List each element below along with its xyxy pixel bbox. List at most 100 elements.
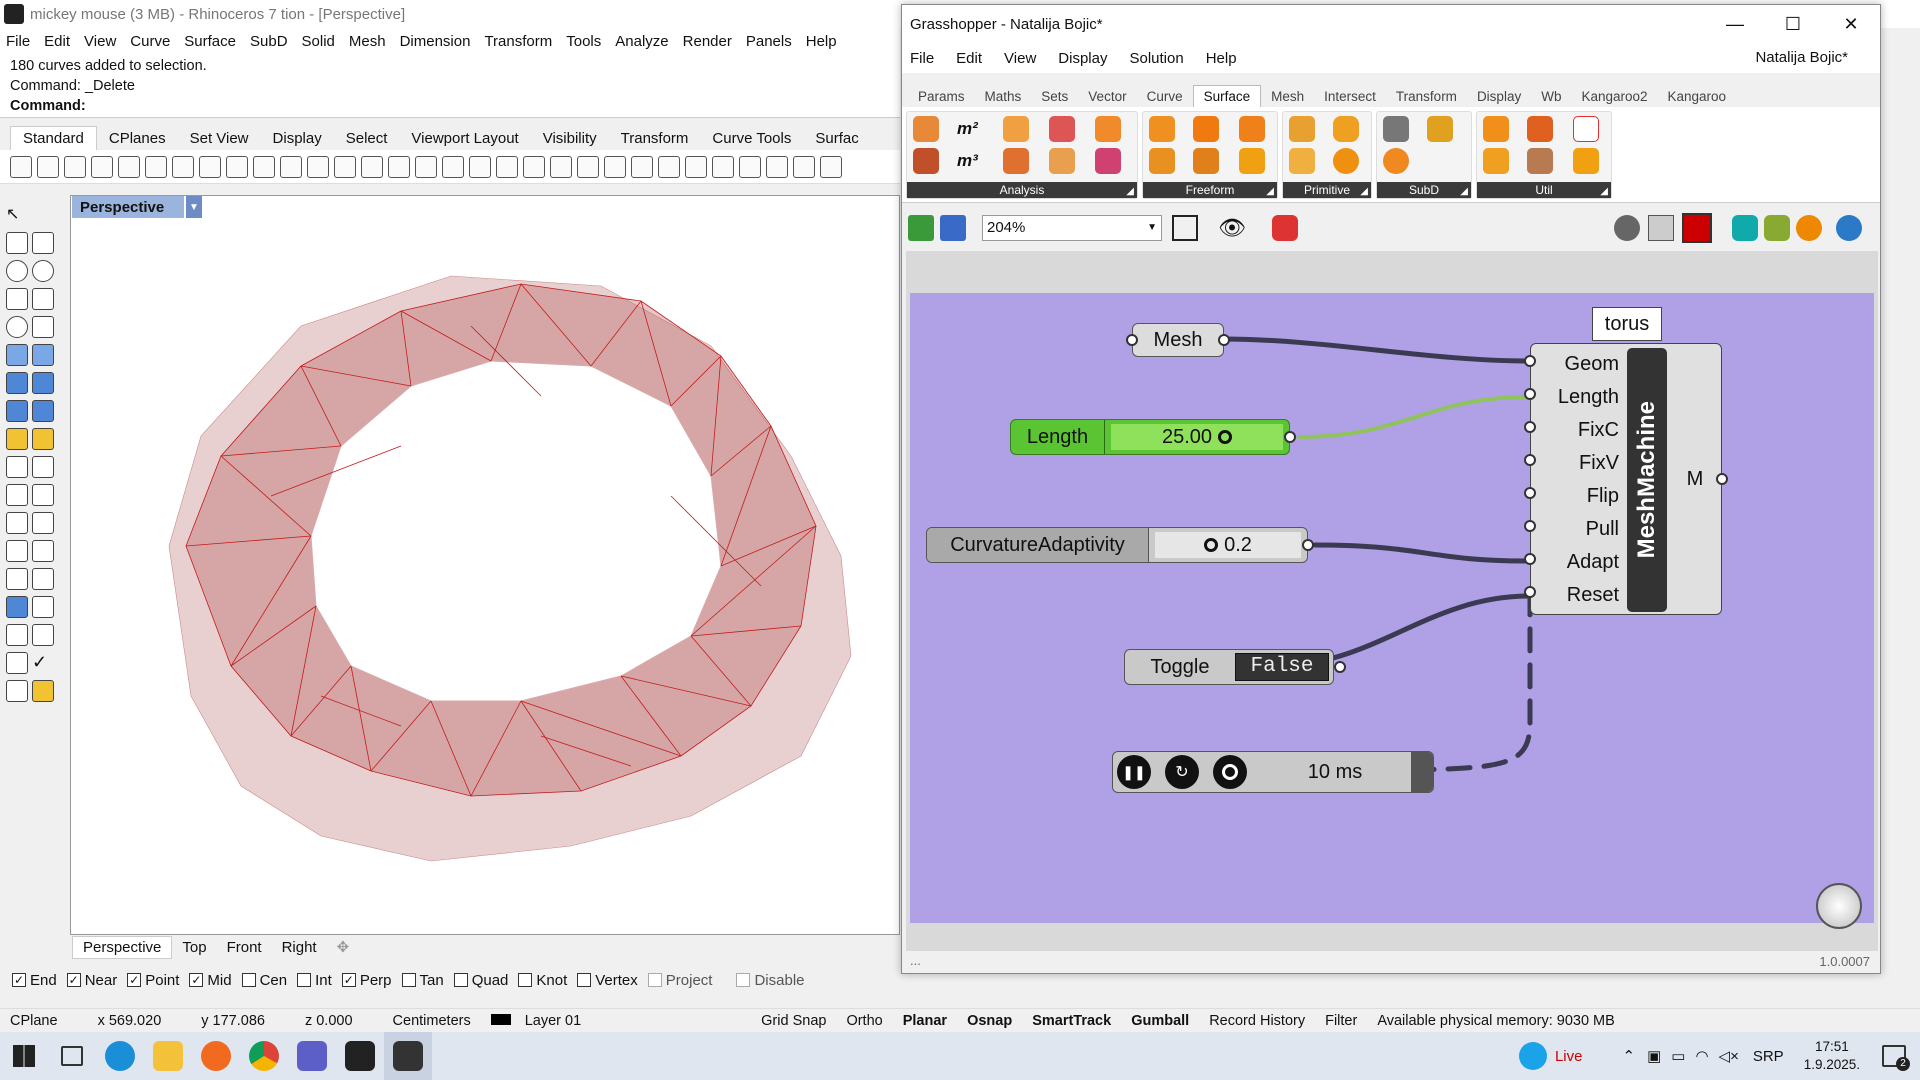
gh-menu-file[interactable]: File: [910, 50, 934, 67]
mesh-icon[interactable]: [6, 428, 28, 450]
gh-tab-mesh[interactable]: Mesh: [1261, 86, 1314, 107]
canvas-navigation-dial-icon[interactable]: [1816, 883, 1862, 929]
plane-surface-icon[interactable]: [1289, 148, 1315, 174]
maximize-icon[interactable]: ☐: [1764, 5, 1822, 43]
menu-transform[interactable]: Transform: [484, 33, 552, 50]
rotate-view-icon[interactable]: [280, 155, 302, 178]
flip-input-grip[interactable]: [1524, 487, 1536, 499]
display-mode-icon[interactable]: [1836, 215, 1862, 241]
tab-set-view[interactable]: Set View: [178, 127, 261, 150]
curve-icon[interactable]: [32, 316, 54, 338]
scale-icon[interactable]: [32, 512, 54, 534]
adapt-input-grip[interactable]: [1524, 553, 1536, 565]
menu-subd[interactable]: SubD: [250, 33, 288, 50]
surface-icon[interactable]: [6, 372, 28, 394]
status-osnap[interactable]: Osnap: [957, 1013, 1022, 1029]
osnap-perp[interactable]: ✓ Perp: [341, 972, 392, 989]
menu-surface[interactable]: Surface: [184, 33, 236, 50]
subd-mesh-icon[interactable]: [1427, 116, 1453, 142]
surface-closest-icon[interactable]: [1095, 148, 1121, 174]
length-slider-value[interactable]: 25.00: [1111, 424, 1283, 450]
curvature-adaptivity-slider[interactable]: CurvatureAdaptivity 0.2: [926, 527, 1308, 563]
gh-tab-params[interactable]: Params: [908, 86, 975, 107]
light-bulb-icon[interactable]: [550, 155, 572, 178]
viewport-tab-front[interactable]: Front: [217, 937, 272, 958]
layer-icon[interactable]: [631, 155, 653, 178]
osnap-quad[interactable]: Quad: [453, 972, 508, 989]
sphere-icon[interactable]: [685, 155, 707, 178]
render-sphere-icon[interactable]: [712, 155, 734, 178]
volume-icon[interactable]: m³: [957, 148, 983, 174]
viewport-tab-perspective[interactable]: Perspective: [72, 935, 173, 959]
center-box-icon[interactable]: [1289, 116, 1315, 142]
menu-curve[interactable]: Curve: [130, 33, 170, 50]
osnap-mid[interactable]: ✓ Mid: [189, 972, 232, 989]
deconstruct-icon[interactable]: [913, 148, 939, 174]
expand-icon[interactable]: ◢: [1126, 186, 1134, 197]
tab-cplanes[interactable]: CPlanes: [97, 127, 178, 150]
named-cplane-icon[interactable]: [496, 155, 518, 178]
loft-icon[interactable]: [32, 372, 54, 394]
tab-surface-tools[interactable]: Surfac: [803, 127, 870, 150]
status-smarttrack[interactable]: SmartTrack: [1022, 1013, 1121, 1029]
curvature-slider-value[interactable]: 0.2: [1155, 532, 1301, 558]
input-fixv[interactable]: FixV: [1531, 447, 1619, 480]
solid-icon[interactable]: [6, 596, 28, 618]
status-cplane[interactable]: CPlane: [0, 1013, 68, 1029]
timer-node[interactable]: ❚❚ ↻ 10 ms: [1112, 751, 1434, 793]
dimensions-icon[interactable]: [1003, 148, 1029, 174]
osnap-project[interactable]: Project: [647, 972, 712, 989]
input-adapt[interactable]: Adapt: [1531, 546, 1619, 579]
color-wheel-icon[interactable]: [658, 155, 680, 178]
taskbar-photos[interactable]: [336, 1032, 384, 1080]
viewport-title-tab[interactable]: Perspective ▼: [72, 196, 202, 218]
status-planar[interactable]: Planar: [893, 1013, 957, 1029]
join-icon[interactable]: [32, 484, 54, 506]
chevron-down-icon[interactable]: ▼: [186, 196, 202, 218]
preview-shaded-icon[interactable]: [1648, 215, 1674, 241]
join-breps-icon[interactable]: [1527, 148, 1553, 174]
circle-icon[interactable]: [6, 260, 28, 282]
options-icon[interactable]: [820, 155, 842, 178]
stop-icon[interactable]: [1213, 755, 1247, 789]
cylinder-icon[interactable]: [1333, 116, 1359, 142]
array-icon[interactable]: [6, 624, 28, 646]
tab-select[interactable]: Select: [334, 127, 400, 150]
pipe-icon[interactable]: [1239, 148, 1265, 174]
zoom-select[interactable]: 204% ▼: [982, 215, 1162, 241]
hand-icon[interactable]: [577, 155, 599, 178]
taskbar-explorer[interactable]: [144, 1032, 192, 1080]
tab-viewport-layout[interactable]: Viewport Layout: [399, 127, 530, 150]
status-layer[interactable]: Layer 01: [481, 1013, 601, 1029]
paste-icon[interactable]: [199, 155, 221, 178]
length-output-grip[interactable]: [1284, 431, 1296, 443]
menu-solid[interactable]: Solid: [302, 33, 335, 50]
mesh-param-node[interactable]: Mesh: [1132, 323, 1224, 357]
open-folder-icon[interactable]: [908, 215, 934, 241]
network-icon[interactable]: [1149, 148, 1175, 174]
gh-menu-view[interactable]: View: [1004, 50, 1036, 67]
geom-input-grip[interactable]: [1524, 355, 1536, 367]
sphere-icon[interactable]: [1333, 148, 1359, 174]
taskbar-edge[interactable]: [96, 1032, 144, 1080]
perspective-viewport[interactable]: [70, 195, 900, 935]
point-analysis-icon[interactable]: [1049, 116, 1075, 142]
ruler-icon[interactable]: [32, 596, 54, 618]
device-icon[interactable]: ▣: [1647, 1047, 1661, 1065]
tab-display[interactable]: Display: [261, 127, 334, 150]
reset-input-grip[interactable]: [1524, 586, 1536, 598]
viewport-tab-top[interactable]: Top: [172, 937, 216, 958]
undo-view-icon[interactable]: [415, 155, 437, 178]
fixv-input-grip[interactable]: [1524, 454, 1536, 466]
zoom-window-icon[interactable]: [334, 155, 356, 178]
mesh-quality-icon[interactable]: [1732, 215, 1758, 241]
add-viewport-icon[interactable]: ✥: [327, 936, 360, 958]
start-button[interactable]: [0, 1032, 48, 1080]
fillet-icon[interactable]: [6, 344, 28, 366]
brep-edges-icon[interactable]: [1573, 116, 1599, 142]
status-record-history[interactable]: Record History: [1199, 1013, 1315, 1029]
timer-output-tab[interactable]: [1411, 752, 1433, 792]
arc-icon[interactable]: [6, 316, 28, 338]
expand-icon[interactable]: ◢: [1266, 186, 1274, 197]
menu-panels[interactable]: Panels: [746, 33, 792, 50]
